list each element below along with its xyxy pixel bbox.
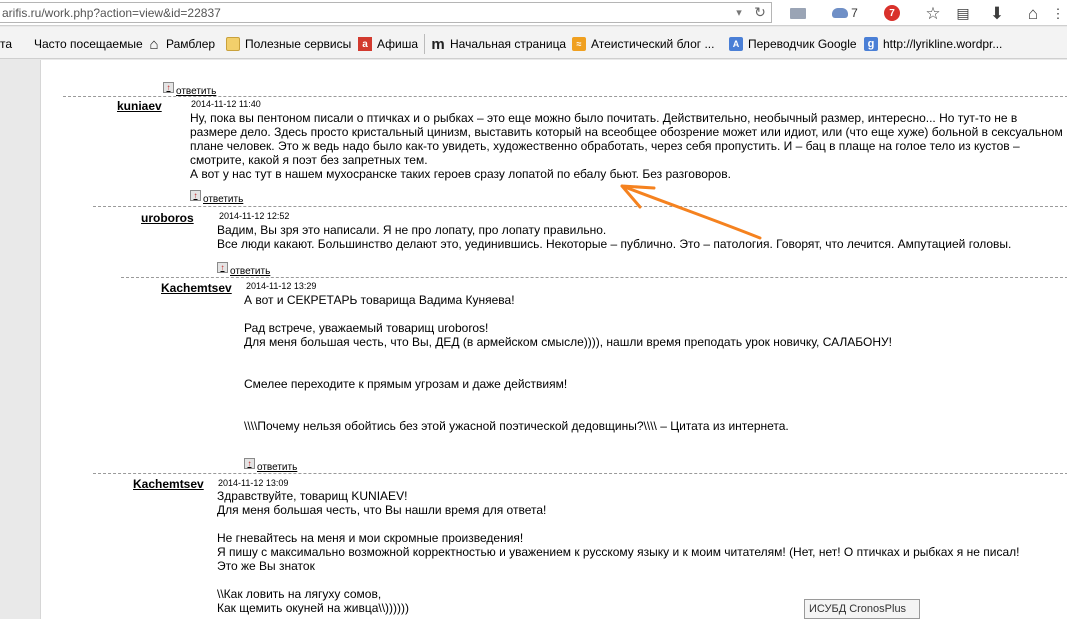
comment-line: Для меня большая честь, что Вы нашли вре… bbox=[217, 503, 547, 517]
comment-date: 2014-11-12 11:40 bbox=[191, 99, 261, 109]
comment-line: Я пишу с максимально возможной корректно… bbox=[217, 545, 1020, 559]
comment-line: Вадим, Вы зря это написали. Я не про лоп… bbox=[217, 223, 607, 237]
google-icon: g bbox=[864, 37, 878, 51]
bookmark-item[interactable]: A Переводчик Google bbox=[729, 36, 857, 52]
tooltip: ИСУБД CronosPlus bbox=[804, 599, 920, 619]
bookmark-label: Полезные сервисы bbox=[245, 37, 352, 51]
comment-line: Для меня большая честь, что Вы, ДЕД (в а… bbox=[244, 335, 892, 349]
clipboard-icon: ▤ bbox=[956, 5, 970, 21]
folder-icon bbox=[226, 37, 240, 51]
comment-divider bbox=[93, 206, 1067, 207]
bookmark-label: Рамблер bbox=[166, 37, 216, 51]
download-icon: ⬇ bbox=[989, 3, 1005, 23]
url-bar[interactable]: arifis.ru/work.php?action=view&id=22837 … bbox=[0, 2, 772, 23]
comment-line bbox=[244, 349, 892, 363]
comment-author[interactable]: Kachemtsev bbox=[133, 477, 204, 491]
comment-date: 2014-11-12 13:09 bbox=[218, 478, 289, 488]
cloud-count: 7 bbox=[851, 6, 858, 20]
reload-icon[interactable]: ↻ bbox=[752, 4, 768, 21]
menu-button[interactable]: ⋮ bbox=[1050, 3, 1066, 23]
comment-divider bbox=[93, 473, 1067, 474]
bookmark-label: Атеистический блог ... bbox=[591, 37, 715, 51]
afisha-icon: a bbox=[358, 37, 372, 51]
cloud-button[interactable]: 7 bbox=[828, 3, 862, 23]
comment-line bbox=[244, 405, 892, 419]
bookmark-item[interactable]: a Афиша bbox=[358, 36, 418, 52]
reply-link[interactable]: ↑ ответить bbox=[244, 458, 298, 473]
notification-badge: 7 bbox=[884, 5, 900, 21]
comment-date: 2014-11-12 12:52 bbox=[219, 211, 290, 221]
downloads-button[interactable]: ⬇ bbox=[987, 3, 1007, 23]
home-icon: ⌂ bbox=[1027, 3, 1039, 23]
comment-body: Вадим, Вы зря это написали. Я не про лоп… bbox=[217, 223, 1011, 251]
bookmark-item[interactable]: Часто посещаемые bbox=[34, 36, 143, 52]
bookmark-item[interactable]: g http://lyrikline.wordpr... bbox=[864, 36, 1002, 52]
cloud-icon bbox=[832, 8, 849, 18]
bookmark-item[interactable]: та bbox=[0, 36, 12, 52]
comment-author[interactable]: kuniaev bbox=[117, 99, 162, 113]
url-text[interactable]: arifis.ru/work.php?action=view&id=22837 bbox=[2, 6, 221, 20]
comment-line: \\\\Почему нельзя обойтись без этой ужас… bbox=[244, 419, 789, 433]
translate-icon: A bbox=[729, 37, 743, 51]
comment-body: Ну, пока вы пентоном писали о птичках и … bbox=[190, 111, 1064, 181]
reply-icon: ↑ bbox=[217, 262, 228, 273]
bookmarks-separator bbox=[424, 34, 425, 54]
comment-line bbox=[244, 391, 892, 405]
comment-line bbox=[217, 573, 1019, 587]
comment-line: Это же Вы знаток bbox=[217, 559, 315, 573]
rss-icon: ≈ bbox=[572, 37, 586, 51]
comment-line: Не гневайтесь на меня и мои скромные про… bbox=[217, 531, 524, 545]
bookmark-label: Афиша bbox=[377, 37, 419, 51]
bookmark-item[interactable]: ≈ Атеистический блог ... bbox=[572, 36, 714, 52]
reply-icon: ↑ bbox=[163, 82, 174, 93]
home-button[interactable]: ⌂ bbox=[1023, 3, 1043, 23]
reply-icon: ↑ bbox=[190, 190, 201, 201]
comment-line: А вот у нас тут в нашем мухосранске таки… bbox=[190, 167, 731, 181]
reply-label: ответить bbox=[257, 462, 298, 473]
comment-body: А вот и СЕКРЕТАРЬ товарища Вадима Куняев… bbox=[244, 293, 892, 433]
bookmark-item[interactable]: ⌂ Рамблер bbox=[147, 35, 216, 53]
comment-body: Здравствуйте, товарищ KUNIAEV! Для меня … bbox=[217, 489, 1019, 615]
bookmark-item[interactable]: m Начальная страница bbox=[431, 35, 567, 53]
comment-divider bbox=[63, 96, 1067, 97]
browser-toolbar: arifis.ru/work.php?action=view&id=22837 … bbox=[0, 0, 1067, 26]
comment-divider bbox=[121, 277, 1067, 278]
bookmark-label: Часто посещаемые bbox=[34, 37, 143, 51]
star-icon: ☆ bbox=[925, 3, 941, 23]
bookmark-label: Переводчик Google bbox=[748, 37, 857, 51]
comment-date: 2014-11-12 13:29 bbox=[246, 281, 317, 291]
reply-link[interactable]: ↑ ответить bbox=[190, 190, 244, 205]
menu-icon: ⋮ bbox=[1051, 5, 1065, 21]
comment-line: Ну, пока вы пентоном писали о птичках и … bbox=[190, 111, 1063, 167]
comment-line bbox=[217, 517, 1019, 531]
notifications-button[interactable]: 7 bbox=[882, 3, 902, 23]
reply-icon: ↑ bbox=[244, 458, 255, 469]
m-icon: m bbox=[431, 35, 445, 53]
mail-icon bbox=[790, 7, 806, 19]
comment-line: Смелее переходите к прямым угрозам и даж… bbox=[244, 377, 568, 391]
comment-line: Все люди какают. Большинство делают это,… bbox=[217, 237, 1012, 251]
reply-label: ответить bbox=[230, 266, 271, 277]
reply-link[interactable]: ↑ ответить bbox=[217, 262, 271, 277]
comment-line: Рад встрече, уважаемый товарищ uroboros! bbox=[244, 321, 489, 335]
bookmark-label: http://lyrikline.wordpr... bbox=[883, 37, 1003, 51]
comment-line bbox=[244, 307, 892, 321]
comment-author[interactable]: Kachemtsev bbox=[161, 281, 232, 295]
bookmark-label: та bbox=[0, 37, 13, 51]
comment-line: А вот и СЕКРЕТАРЬ товарища Вадима Куняев… bbox=[244, 293, 515, 307]
comment-author[interactable]: uroboros bbox=[141, 211, 194, 225]
bookmark-item[interactable]: Полезные сервисы bbox=[226, 36, 351, 52]
house-icon: ⌂ bbox=[149, 35, 159, 53]
comment-line bbox=[244, 363, 892, 377]
comment-line: Здравствуйте, товарищ KUNIAEV! bbox=[217, 489, 408, 503]
mail-button[interactable] bbox=[788, 3, 808, 23]
history-dropdown-icon[interactable]: ▾ bbox=[732, 6, 746, 19]
bookmark-label: Начальная страница bbox=[450, 37, 567, 51]
reply-label: ответить bbox=[203, 194, 244, 205]
reading-list-button[interactable]: ▤ bbox=[953, 3, 973, 23]
comments-area: ↑ ответить kuniaev 2014-11-12 11:40 Ну, … bbox=[40, 60, 1067, 619]
bookmark-star-button[interactable]: ☆ bbox=[923, 3, 943, 23]
bookmarks-toolbar: та Часто посещаемые ⌂ Рамблер Полезные с… bbox=[0, 27, 1067, 59]
